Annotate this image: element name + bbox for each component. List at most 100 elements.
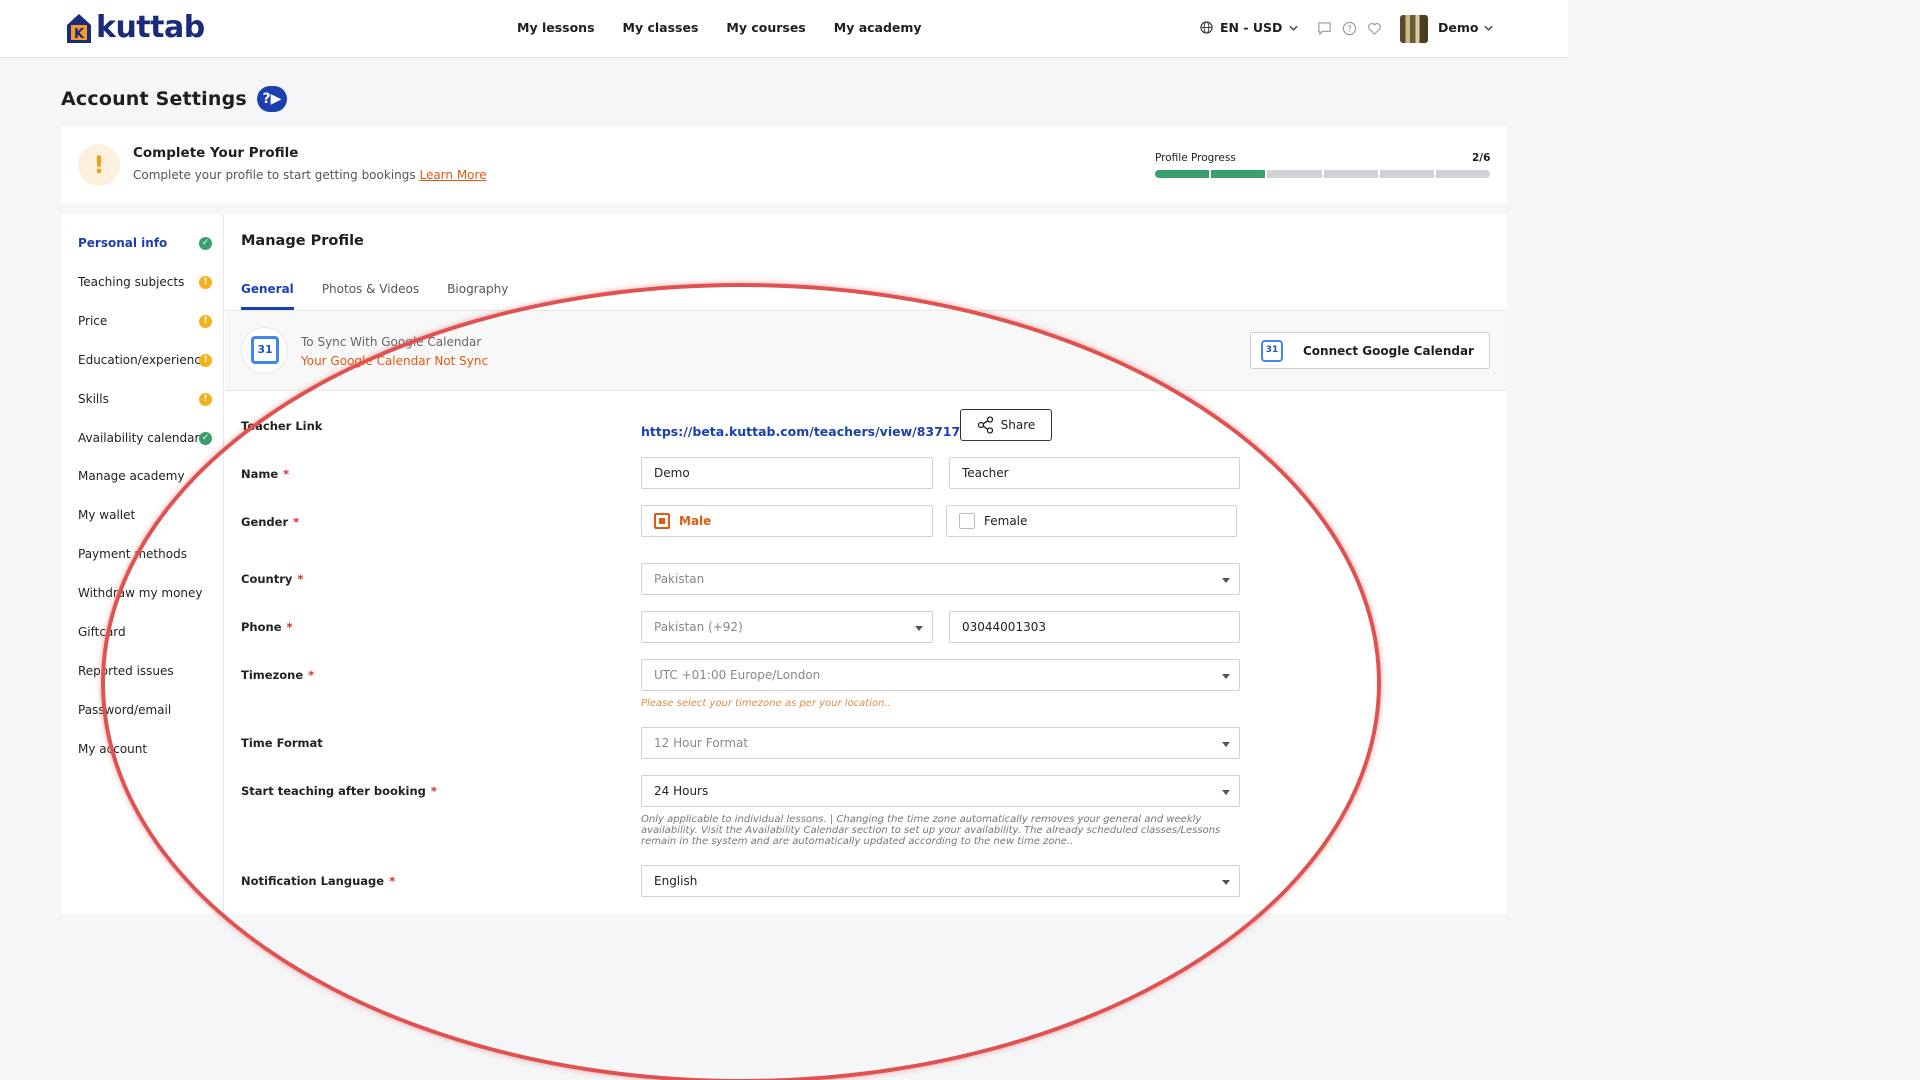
notification-language-label: Notification Language * — [241, 874, 396, 888]
time-format-label: Time Format — [241, 736, 323, 750]
radio-unchecked-icon — [959, 513, 975, 529]
settings-panel: Personal info ✓ Teaching subjects! Price! Ed… — [61, 214, 1507, 914]
manage-profile-title: Manage Profile — [241, 233, 364, 249]
locale-selector[interactable]: EN - USD — [1200, 20, 1298, 35]
sidebar-item-skills[interactable]: Skills — [78, 392, 218, 406]
sidebar-item-withdraw-my-money[interactable]: Withdraw my money — [78, 586, 218, 600]
complete-profile-title: Complete Your Profile — [133, 145, 299, 161]
profile-tabs: General Photos & Videos Biography — [241, 282, 508, 310]
tab-biography[interactable]: Biography — [447, 282, 508, 310]
sidebar-item-manage-academy[interactable]: Manage academy — [78, 469, 218, 483]
country-label: Country * — [241, 572, 304, 586]
top-bar: K kuttab My lessons My classes My course… — [0, 0, 1568, 58]
timezone-hint: Please select your timezone as per your … — [641, 698, 891, 709]
page-title: Account Settings — [61, 88, 247, 110]
teacher-link-label: Teacher Link — [241, 419, 323, 433]
profile-progress-label: Profile Progress — [1155, 152, 1236, 164]
start-teaching-select[interactable]: 24 Hours — [641, 775, 1240, 807]
sidebar-item-giftcard[interactable]: Giftcard — [78, 625, 218, 639]
complete-profile-card: ! Complete Your Profile Complete your pr… — [61, 127, 1507, 203]
learn-more-link[interactable]: Learn More — [419, 168, 486, 182]
progress-segment-incomplete — [1435, 170, 1490, 178]
avatar[interactable] — [1400, 15, 1428, 43]
time-format-select[interactable]: 12 Hour Format — [641, 727, 1240, 759]
name-label: Name * — [241, 467, 290, 481]
nav-my-lessons[interactable]: My lessons — [517, 20, 595, 35]
warning-circle-icon: ! — [199, 393, 212, 406]
google-calendar-icon: 31 — [251, 336, 279, 364]
sidebar-item-availability-calendar[interactable]: Availability calendar — [78, 431, 218, 445]
user-menu[interactable]: Demo — [1438, 20, 1494, 35]
phone-label: Phone * — [241, 620, 293, 634]
timezone-change-note: Only applicable to individual lessons. |… — [641, 814, 1221, 847]
sidebar-item-personal-info[interactable]: Personal info — [78, 236, 218, 250]
gcal-sync-text: To Sync With Google Calendar — [301, 335, 482, 349]
svg-text:K: K — [74, 27, 85, 42]
locale-label: EN - USD — [1220, 20, 1283, 35]
manage-profile-content: Manage Profile General Photos & Videos B… — [225, 214, 1507, 914]
last-name-input[interactable]: Teacher — [949, 457, 1240, 489]
svg-text:?: ? — [1347, 24, 1351, 34]
connect-google-calendar-button[interactable]: 31 Connect Google Calendar — [1250, 332, 1490, 369]
nav-my-classes[interactable]: My classes — [623, 20, 699, 35]
sidebar-item-education-experience[interactable]: Education/experience — [78, 353, 218, 367]
gcal-sync-status: Your Google Calendar Not Sync — [301, 354, 489, 368]
google-calendar-icon: 31 — [1261, 340, 1283, 362]
sidebar-item-password-email[interactable]: Password/email — [78, 703, 218, 717]
notification-language-select[interactable]: English — [641, 865, 1240, 897]
messages-icon[interactable] — [1317, 21, 1332, 36]
exclamation-icon: ! — [78, 144, 120, 186]
sidebar-item-reported-issues[interactable]: Reported issues — [78, 664, 218, 678]
first-name-input[interactable]: Demo — [641, 457, 933, 489]
tab-general[interactable]: General — [241, 282, 294, 310]
google-calendar-badge: 31 — [241, 327, 288, 374]
timezone-label: Timezone * — [241, 668, 315, 682]
phone-number-input[interactable]: 03044001303 — [949, 611, 1240, 643]
profile-progress-count: 2/6 — [1472, 152, 1491, 164]
nav-my-courses[interactable]: My courses — [726, 20, 805, 35]
check-circle-icon: ✓ — [199, 432, 212, 445]
connect-google-calendar-label: Connect Google Calendar — [1303, 343, 1474, 358]
progress-segment-complete — [1155, 170, 1210, 178]
warning-circle-icon: ! — [199, 276, 212, 289]
gender-male-label: Male — [679, 514, 712, 528]
gender-male-option[interactable]: Male — [641, 505, 933, 537]
chevron-down-icon — [1289, 25, 1298, 31]
nav-my-academy[interactable]: My academy — [834, 20, 922, 35]
sidebar-item-price[interactable]: Price — [78, 314, 218, 328]
user-name: Demo — [1438, 20, 1479, 35]
progress-segment-incomplete — [1323, 170, 1378, 178]
gender-female-label: Female — [984, 514, 1028, 528]
progress-segment-incomplete — [1267, 170, 1322, 178]
radio-checked-icon — [654, 513, 670, 529]
favorites-heart-icon[interactable] — [1367, 21, 1382, 36]
timezone-select[interactable]: UTC +01:00 Europe/London — [641, 659, 1240, 691]
country-select[interactable]: Pakistan — [641, 563, 1240, 595]
sidebar-item-payment-methods[interactable]: Payment methods — [78, 547, 218, 561]
gender-label: Gender * — [241, 515, 300, 529]
gender-female-option[interactable]: Female — [946, 505, 1237, 537]
complete-profile-text: Complete your profile to start getting b… — [133, 168, 416, 182]
share-button[interactable]: Share — [960, 409, 1052, 441]
google-calendar-sync-strip: 31 To Sync With Google Calendar Your Goo… — [225, 311, 1507, 391]
complete-profile-subtitle: Complete your profile to start getting b… — [133, 168, 487, 182]
logo-mark-icon: K — [63, 11, 95, 45]
phone-code-select[interactable]: Pakistan (+92) — [641, 611, 933, 643]
progress-segment-complete — [1211, 170, 1266, 178]
teacher-link[interactable]: https://beta.kuttab.com/teachers/view/83… — [641, 424, 986, 439]
sidebar-item-my-account[interactable]: My account — [78, 742, 218, 756]
page-title-row: Account Settings ?▶ — [61, 86, 287, 112]
help-badge-label: ?▶ — [262, 91, 282, 107]
progress-segment-incomplete — [1379, 170, 1434, 178]
logo[interactable]: K kuttab — [63, 10, 205, 45]
sidebar-item-my-wallet[interactable]: My wallet — [78, 508, 218, 522]
share-icon — [977, 416, 993, 434]
help-video-button[interactable]: ?▶ — [256, 86, 287, 112]
chevron-down-icon — [1484, 25, 1494, 31]
sidebar-item-teaching-subjects[interactable]: Teaching subjects — [78, 275, 218, 289]
warning-circle-icon: ! — [199, 315, 212, 328]
help-icon[interactable]: ? — [1342, 21, 1357, 36]
start-teaching-label: Start teaching after booking * — [241, 784, 437, 798]
globe-icon — [1200, 21, 1213, 34]
tab-photos-videos[interactable]: Photos & Videos — [322, 282, 419, 310]
